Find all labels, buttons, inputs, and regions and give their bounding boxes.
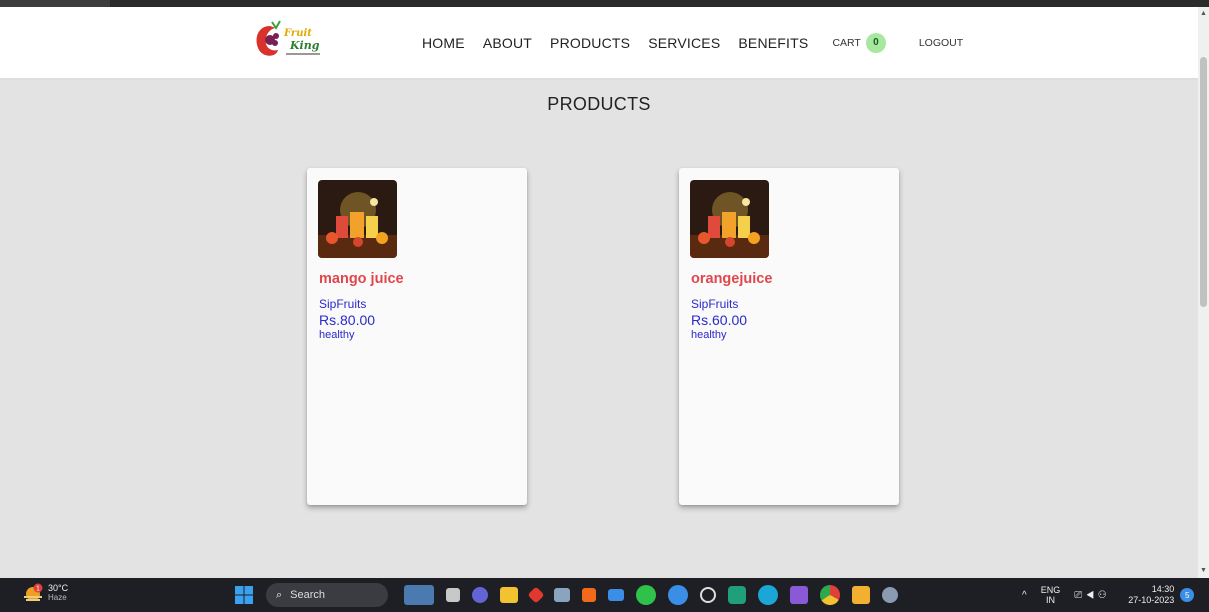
notification-badge[interactable]: 5 [1180, 588, 1195, 602]
logout-link[interactable]: LOGOUT [919, 37, 963, 49]
product-image [690, 180, 769, 258]
windows-start-icon[interactable] [234, 585, 254, 605]
cart-count-badge: 0 [865, 32, 886, 53]
clock[interactable]: 14:30 27-10-2023 [1128, 584, 1174, 606]
language-indicator[interactable]: ENG IN [1041, 585, 1061, 605]
visual-studio-icon[interactable] [790, 586, 808, 604]
product-brand: SipFruits [319, 297, 367, 311]
product-card[interactable]: orangejuice SipFruits Rs.60.00 healthy [679, 168, 899, 505]
nav-products[interactable]: PRODUCTS [550, 35, 630, 51]
mail-icon[interactable] [608, 589, 624, 601]
browser-tab-edge [0, 0, 110, 7]
svg-text:King: King [289, 39, 320, 52]
windows-taskbar: 1 30°C Haze ⌕ Search ^ ENG IN ⎚◀⚇ 14:30 … [0, 578, 1209, 612]
product-price: Rs.80.00 [319, 312, 376, 328]
system-tray: ^ ENG IN ⎚◀⚇ 14:30 27-10-2023 5 [1022, 578, 1195, 612]
nav-home[interactable]: HOME [422, 35, 465, 51]
scroll-down-arrow-icon[interactable]: ▼ [1198, 566, 1209, 576]
weather-temp: 30°C [48, 583, 69, 593]
scroll-up-arrow-icon[interactable]: ▲ [1198, 9, 1209, 19]
settings-gear-icon[interactable] [882, 587, 898, 603]
product-tag: healthy [691, 329, 727, 341]
file-explorer-icon[interactable] [500, 587, 518, 603]
language-region: IN [1045, 595, 1055, 605]
task-view-icon[interactable] [446, 588, 460, 602]
language-code: ENG [1040, 585, 1061, 595]
product-image [318, 180, 397, 258]
app-red-diamond-icon[interactable] [527, 586, 545, 604]
product-tag: healthy [319, 329, 355, 341]
cart-label: CART [832, 36, 861, 49]
nav-services[interactable]: SERVICES [648, 35, 720, 51]
speedometer-icon[interactable] [700, 587, 716, 603]
product-brand: SipFruits [691, 297, 739, 311]
weather-condition: Haze [48, 593, 67, 602]
paint-icon[interactable] [852, 586, 870, 604]
taskbar-search[interactable]: ⌕ Search [266, 583, 388, 607]
chrome-icon[interactable] [820, 585, 840, 605]
taskbar-apps: ⌕ Search [234, 583, 910, 607]
weather-widget[interactable]: 1 30°C Haze [22, 583, 68, 603]
search-icon: ⌕ [276, 588, 283, 601]
widgets-icon[interactable] [404, 585, 434, 605]
chatgpt-icon[interactable] [728, 586, 746, 604]
navbar: Fruit King HOME ABOUT PRODUCTS SERVICES … [0, 7, 1198, 78]
weather-badge: 1 [36, 586, 40, 593]
media-player-icon[interactable] [582, 588, 596, 602]
nav-links: HOME ABOUT PRODUCTS SERVICES BENEFITS CA… [422, 7, 963, 78]
show-hidden-icons-chevron-icon[interactable]: ^ [1022, 590, 1027, 601]
network-volume-battery-icons[interactable]: ⎚◀⚇ [1074, 590, 1110, 601]
clock-date: 27-10-2023 [1128, 595, 1175, 605]
teams-chat-icon[interactable] [472, 587, 488, 603]
product-price: Rs.60.00 [691, 312, 748, 328]
weather-haze-icon: 1 [22, 583, 44, 603]
search-label: Search [290, 589, 326, 601]
edge-browser-icon[interactable] [758, 585, 778, 605]
product-card[interactable]: mango juice SipFruits Rs.80.00 healthy [307, 168, 527, 505]
browser-top-strip [0, 0, 1209, 7]
cart-link[interactable]: CART 0 [832, 32, 886, 53]
whatsapp-icon[interactable] [636, 585, 656, 605]
camera-icon[interactable] [554, 588, 570, 602]
clock-time: 14:30 [1151, 584, 1175, 594]
help-icon[interactable] [668, 585, 688, 605]
product-name[interactable]: mango juice [319, 271, 404, 287]
product-name[interactable]: orangejuice [691, 271, 772, 287]
scroll-thumb[interactable] [1200, 57, 1207, 307]
nav-benefits[interactable]: BENEFITS [738, 35, 808, 51]
fruit-king-logo[interactable]: Fruit King [250, 18, 336, 62]
svg-text:Fruit: Fruit [283, 28, 312, 39]
nav-about[interactable]: ABOUT [483, 35, 532, 51]
page-title: PRODUCTS [547, 94, 651, 114]
page-scrollbar[interactable]: ▲ ▼ [1198, 7, 1209, 578]
